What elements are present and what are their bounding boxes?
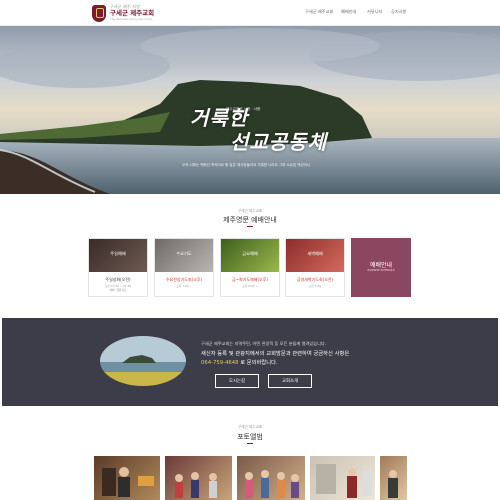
logo-title: 구세군 제주교회 xyxy=(110,9,155,18)
album-section-eyebrow: 구세군 제주교회 xyxy=(237,425,263,429)
info-card-subtitle: WORSHIP SCHEDULE xyxy=(367,269,395,272)
section-divider xyxy=(247,226,253,227)
card-thumb-label: 금요예배 xyxy=(242,251,258,256)
card-title: 수요찬양기도회(오후) xyxy=(165,277,203,282)
album-photo[interactable] xyxy=(165,456,232,500)
site-logo[interactable]: 구세군 제주 지방 구세군 제주교회 The Salvation Army Je… xyxy=(92,3,154,23)
section-divider xyxy=(247,443,253,444)
album-section-title: 포토앨범 xyxy=(237,433,263,441)
worship-card-friday[interactable]: 금요예배 금~화기도예배(오후) 오후 8:00 ~ xyxy=(220,238,280,297)
contact-band-image xyxy=(100,336,186,386)
site-header: 구세군 제주 지방 구세군 제주교회 The Salvation Army Je… xyxy=(0,0,500,26)
card-time: 오후 8:00 ~ xyxy=(242,284,258,288)
card-thumb-label: 새벽예배 xyxy=(307,251,323,256)
album-photo[interactable] xyxy=(310,456,375,500)
directions-button[interactable]: 오시는길 xyxy=(215,374,259,388)
church-intro-button[interactable]: 교회소개 xyxy=(268,374,312,388)
contact-intro-text: 구세군 제주교회는 지역주민, 어떤 관광객 등 모든 분들께 열려있습니다. xyxy=(201,341,327,346)
album-photo[interactable] xyxy=(237,456,305,500)
shield-crest-icon xyxy=(92,4,106,22)
worship-card-sunday[interactable]: 주일예배 주일성화(오전) 오전 10:30 ~ 11:30 예배: 영문강당 xyxy=(88,238,148,297)
nav-item-notice[interactable]: 공지사항 xyxy=(391,9,421,15)
hero-banner: 예수교회의 사명 · 사랑 거룩한 선교공동체 오직 너희는 택하신 족속이요 … xyxy=(0,26,500,194)
card-title: 주일성화(오전) xyxy=(105,277,131,282)
hero-caption: 오직 너희는 택하신 족속이요 왕 같은 제사장들이요 거룩한 나라요 그의 소… xyxy=(182,163,311,167)
card-title: 금영새벽기도회(오전) xyxy=(296,277,334,282)
card-time: 오후 7:30 ~ xyxy=(176,284,192,288)
contact-phone-line: 064-759-4648 로 문의바랍니다. xyxy=(201,358,278,366)
album-photo[interactable] xyxy=(380,456,407,500)
hero-title-line2: 선교공동체 xyxy=(230,130,327,154)
card-thumb-label: 수요기도 xyxy=(176,251,192,256)
worship-section-title: 제주영문 예배안내 xyxy=(223,216,277,224)
worship-card-wednesday[interactable]: 수요기도 수요찬양기도회(오후) 오후 7:30 ~ xyxy=(154,238,214,297)
card-place: 예배: 영문강당 xyxy=(109,288,127,292)
contact-phone[interactable]: 064-759-4648 xyxy=(201,360,239,366)
info-card-title: 예배안내 xyxy=(369,262,393,269)
card-time: 오전 5:30 xyxy=(308,284,322,288)
nav-item-about[interactable]: 구세군 제주교회 xyxy=(305,9,345,15)
logo-english: The Salvation Army Jeju Corps xyxy=(110,16,153,21)
contact-phone-suffix: 로 문의바랍니다. xyxy=(240,360,278,366)
album-photo[interactable] xyxy=(94,456,160,500)
worship-info-card[interactable]: 예배안내 WORSHIP SCHEDULE xyxy=(351,238,411,297)
contact-guide-text: 새신자 등록 및 관광지에서의 교회방문과 관련하여 궁금하신 사항은 xyxy=(201,351,350,357)
worship-section-eyebrow: 구세군 제주교회 xyxy=(237,209,263,213)
worship-card-dawn[interactable]: 새벽예배 금영새벽기도회(오전) 오전 5:30 xyxy=(285,238,345,297)
card-title: 금~화기도예배(오후) xyxy=(232,277,268,282)
card-thumb-label: 주일예배 xyxy=(110,251,126,256)
